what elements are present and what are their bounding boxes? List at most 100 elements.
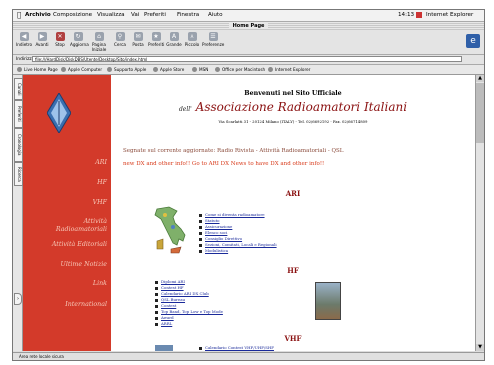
fav-label: Live Home Page <box>24 67 58 72</box>
section-ari-title: ARI <box>285 189 301 198</box>
preferences-button[interactable]: ☰ Preferenze <box>202 32 224 47</box>
favorites-label: Preferiti <box>148 42 165 47</box>
tab-ricerca[interactable]: Ricerca <box>14 162 23 186</box>
stop-button[interactable]: ✕ Stop <box>52 32 68 47</box>
nav-attivita-radioamatoriali[interactable]: Attività Radioamatoriali <box>37 218 107 234</box>
vertical-scrollbar[interactable]: ▲ ▼ <box>475 75 484 351</box>
fav-office-mac[interactable]: Office per Macintosh <box>215 66 265 73</box>
scrollbar-thumb[interactable] <box>476 83 484 143</box>
tab-canali[interactable]: Canali <box>14 78 23 100</box>
menu-bar:  Archivio Composizione Visualizza Vai P… <box>13 10 484 29</box>
italy-map-image <box>154 206 186 254</box>
stop-label: Stop <box>55 42 65 47</box>
list-item[interactable]: ARRL <box>155 321 223 327</box>
favorite-link-icon <box>215 67 220 72</box>
browser-toolbar: ◀ Indietro ▶ Avanti ✕ Stop ↻ Aggiorna ⌂ Pagin… <box>13 30 484 55</box>
section-vhf-title: VHF <box>284 334 302 343</box>
preferences-label: Preferenze <box>202 42 225 47</box>
forward-label: Avanti <box>35 42 49 47</box>
window-titlebar[interactable]: Home Page <box>13 22 484 30</box>
mail-icon: ✉ <box>133 32 143 41</box>
org-address: Via Scarlatti 31 - 20124 Milano (ITALY) … <box>218 119 368 124</box>
larger-text-button[interactable]: A Grande <box>166 32 182 47</box>
address-bar: Indirizzo: file:///HardDisk/DiskDBS/Uten… <box>13 55 484 65</box>
fav-live-home-page[interactable]: Live Home Page <box>17 66 58 73</box>
fav-supporto-apple[interactable]: Supporto Apple <box>107 66 146 73</box>
home-label: Pagina Iniziale <box>91 42 107 52</box>
antenna-photo-image <box>315 282 341 320</box>
ari-links-list: Come si diventa radioamatore Statuto Ass… <box>199 212 277 254</box>
fav-internet-explorer[interactable]: Internet Explorer <box>268 66 310 73</box>
nav-international[interactable]: International <box>65 301 107 308</box>
org-title: dell' Associazione Radioamatori Italiani <box>111 100 475 114</box>
status-bar: Area rete locale sicura <box>13 352 484 360</box>
favorites-icon: ★ <box>151 32 161 41</box>
menu-vai[interactable]: Vai <box>131 10 139 21</box>
search-button[interactable]: ⚲ Cerca <box>112 32 128 47</box>
back-label: Indietro <box>16 42 33 47</box>
scroll-down-arrow-icon[interactable]: ▼ <box>476 344 484 351</box>
address-input[interactable]: file:///HardDisk/DiskDBS/Utente/Desktop/… <box>32 56 462 62</box>
home-button[interactable]: ⌂ Pagina Iniziale <box>88 32 110 52</box>
forward-button[interactable]: ▶ Avanti <box>34 32 50 47</box>
back-button[interactable]: ◀ Indietro <box>16 32 32 47</box>
stop-icon: ✕ <box>55 32 65 41</box>
nav-ari[interactable]: ARI <box>95 159 107 166</box>
smaller-text-button[interactable]: A Piccolo <box>184 32 200 47</box>
menu-archivio[interactable]: Archivio <box>25 10 51 21</box>
mail-label: Posta <box>132 42 144 47</box>
window-title: Home Page <box>228 23 269 29</box>
ari-logo-icon <box>47 93 71 133</box>
forward-arrow-icon: ▶ <box>37 32 47 41</box>
ie-logo-icon: e <box>466 34 480 48</box>
search-icon: ⚲ <box>115 32 125 41</box>
list-item[interactable]: Calendario Contest VHF/UHF/SHF <box>199 345 274 351</box>
favorite-link-icon <box>153 67 158 72</box>
menu-composizione[interactable]: Composizione <box>53 10 92 21</box>
fav-apple-store[interactable]: Apple Store <box>153 66 184 73</box>
dx-news-line[interactable]: new DX and other info!! Go to ARI DX New… <box>123 161 324 167</box>
mail-button[interactable]: ✉ Posta <box>130 32 146 47</box>
intro-line[interactable]: Segnate sul corrente aggiornate: Radio R… <box>123 148 343 154</box>
list-item[interactable]: Modulistica <box>199 248 277 254</box>
page-content: Benvenuti nel Sito Ufficiale dell' Assoc… <box>111 75 475 351</box>
nav-ultime-notizie[interactable]: Ultime Notizie <box>61 261 107 268</box>
apple-menu-icon[interactable]:  <box>17 10 21 21</box>
menu-preferiti[interactable]: Preferiti <box>144 10 166 21</box>
app-icon[interactable] <box>416 12 422 18</box>
site-nav-sidebar: ARI HF VHF Attività Radioamatoriali Atti… <box>23 75 111 351</box>
nav-attivita-editoriali[interactable]: Attività Editoriali <box>52 241 107 248</box>
scroll-up-arrow-icon[interactable]: ▲ <box>476 75 484 82</box>
status-text: Area rete locale sicura <box>19 354 64 359</box>
menu-visualizza[interactable]: Visualizza <box>97 10 125 21</box>
fav-label: Apple Computer <box>68 67 103 72</box>
fav-label: MSN <box>199 67 209 72</box>
fav-msn[interactable]: MSN <box>192 66 208 73</box>
menu-clock: 14:13 <box>398 12 415 18</box>
refresh-icon: ↻ <box>73 32 83 41</box>
section-hf-title: HF <box>287 266 299 275</box>
favorite-link-icon <box>192 67 197 72</box>
favorites-button[interactable]: ★ Preferiti <box>148 32 164 47</box>
menu-aiuto[interactable]: Aiuto <box>208 10 223 21</box>
nav-vhf[interactable]: VHF <box>93 199 107 206</box>
home-icon: ⌂ <box>94 32 104 41</box>
tab-preferiti[interactable]: Preferiti <box>14 100 23 128</box>
vhf-photo-image <box>155 345 173 351</box>
smaller-text-label: Piccolo <box>184 42 200 47</box>
fav-label: Apple Store <box>160 67 185 72</box>
nav-link[interactable]: Link <box>93 280 107 287</box>
back-arrow-icon: ◀ <box>19 32 29 41</box>
nav-hf[interactable]: HF <box>97 179 107 186</box>
collapse-sidebar-handle[interactable]: › <box>14 293 22 305</box>
tab-cronologia[interactable]: Cronologia <box>14 128 23 162</box>
fav-apple-computer[interactable]: Apple Computer <box>61 66 102 73</box>
favorite-link-icon <box>17 67 22 72</box>
refresh-button[interactable]: ↻ Aggiorna <box>70 32 89 47</box>
larger-text-label: Grande <box>166 42 182 47</box>
smaller-text-icon: A <box>187 32 197 41</box>
hf-links-list: Diplomi ARI Contest HF Calendario ARI DX… <box>155 279 223 327</box>
menu-finestra[interactable]: Finestra <box>177 10 199 21</box>
larger-text-icon: A <box>169 32 179 41</box>
preferences-icon: ☰ <box>208 32 218 41</box>
